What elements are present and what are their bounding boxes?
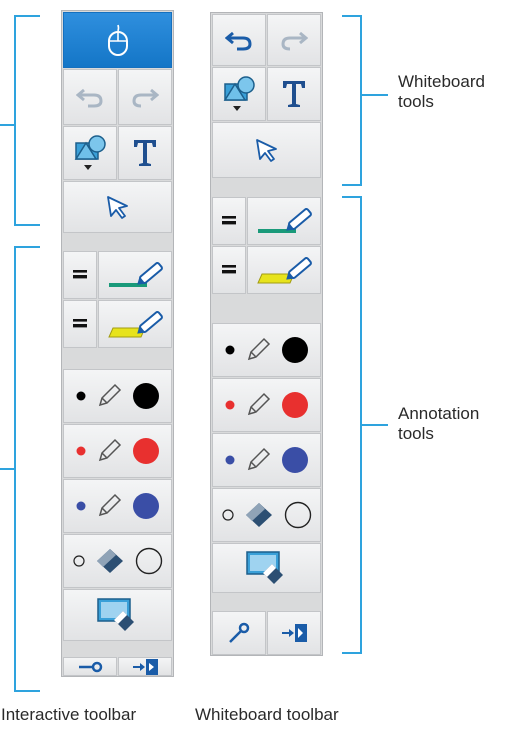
annotation-tools-label: Annotation tools [398,404,480,443]
pen-width-yellow-button[interactable] [212,246,246,294]
pen-width-icon [222,265,236,274]
pencil-icon [98,438,121,462]
whiteboard-toolbar [210,12,323,656]
shapes-icon [223,76,255,111]
whiteboard-tools-label: Whiteboard tools [398,72,485,111]
shapes-icon [74,135,106,170]
clear-screen-icon [245,551,283,584]
annotation-tools-bracket-left [14,246,40,692]
interactive-toolbar [61,10,174,677]
exit-button[interactable] [118,657,172,676]
annotation-tools-bracket-right [342,196,362,654]
dot-icon [281,337,308,363]
redo-button[interactable] [118,69,172,125]
highlighter-icon [108,311,163,338]
eraser-row[interactable] [63,534,172,588]
exit-icon [133,658,158,675]
annotation-tools-bracket-right-tick [362,424,388,426]
dot-icon [225,455,234,465]
pin-button[interactable] [212,611,266,655]
dot-icon [76,391,85,401]
pencil-icon [247,392,270,416]
pin-icon [79,661,103,672]
pen-width-icon [222,216,236,225]
undo-icon [76,88,103,108]
pen-width-icon [73,319,87,328]
dot-icon [284,501,311,529]
clear-screen-button[interactable] [212,543,321,593]
redo-button[interactable] [267,14,321,66]
whiteboard-tools-bracket-left [14,15,40,226]
exit-button[interactable] [267,611,321,655]
whiteboard-tools-bracket-left-tick [0,124,14,126]
text-button[interactable] [118,126,172,180]
select-button[interactable] [63,181,172,233]
pen-width-icon [73,270,87,279]
shapes-button[interactable] [63,126,117,180]
select-arrow-icon [106,196,128,219]
dot-icon [135,547,162,575]
whiteboard-tools-bracket-right-tick [362,94,388,96]
dot-icon [72,555,85,567]
pen-blue-row[interactable] [212,433,321,487]
pen-blue-row[interactable] [63,479,172,533]
pencil-icon [247,447,270,471]
undo-icon [225,31,252,51]
text-button[interactable] [267,67,321,121]
whiteboard-tools-bracket-right [342,15,362,186]
highlighter-icon [257,257,312,284]
pen-width-black-button[interactable] [63,251,97,299]
text-icon [283,81,305,107]
annotation-tools-bracket-left-tick [0,468,14,470]
dot-icon [221,509,234,521]
undo-button[interactable] [212,14,266,66]
highlighter-icon [258,208,312,233]
dot-icon [225,345,234,355]
exit-icon [282,624,307,642]
mouse-icon [107,24,128,56]
mouse-button[interactable] [63,12,172,68]
pen-width-black-button[interactable] [212,197,246,245]
highlighter-icon [109,262,163,287]
dot-icon [281,447,308,473]
highlighter-yellow-button[interactable] [247,246,321,294]
pen-green-button[interactable] [98,251,172,299]
dot-icon [76,446,85,456]
highlighter-yellow-button[interactable] [98,300,172,348]
eraser-row[interactable] [212,488,321,542]
dot-icon [281,392,308,418]
pen-green-button[interactable] [247,197,321,245]
text-icon [134,140,156,166]
pencil-icon [247,337,270,361]
redo-icon [132,88,159,108]
pencil-icon [98,383,121,407]
pencil-icon [98,493,121,517]
interactive-toolbar-caption: Interactive toolbar [1,705,137,724]
eraser-icon [96,549,123,573]
pen-red-row[interactable] [63,424,172,478]
dot-icon [132,383,159,409]
pen-black-row[interactable] [63,369,172,423]
toolbar-comparison-diagram: { "labels": { "whiteboard_tools": "White… [0,0,510,734]
redo-icon [281,31,308,51]
pin-button[interactable] [63,657,117,676]
select-arrow-icon [255,139,277,162]
dot-icon [132,493,159,519]
clear-screen-icon [96,598,134,631]
pen-black-row[interactable] [212,323,321,377]
dot-icon [225,400,234,410]
pen-red-row[interactable] [212,378,321,432]
whiteboard-toolbar-caption: Whiteboard toolbar [195,705,339,724]
undo-button[interactable] [63,69,117,125]
shapes-button[interactable] [212,67,266,121]
pin-icon [229,622,250,643]
dot-icon [76,501,85,511]
clear-screen-button[interactable] [63,589,172,641]
dot-icon [132,438,159,464]
pen-width-yellow-button[interactable] [63,300,97,348]
select-button[interactable] [212,122,321,178]
eraser-icon [245,503,272,527]
